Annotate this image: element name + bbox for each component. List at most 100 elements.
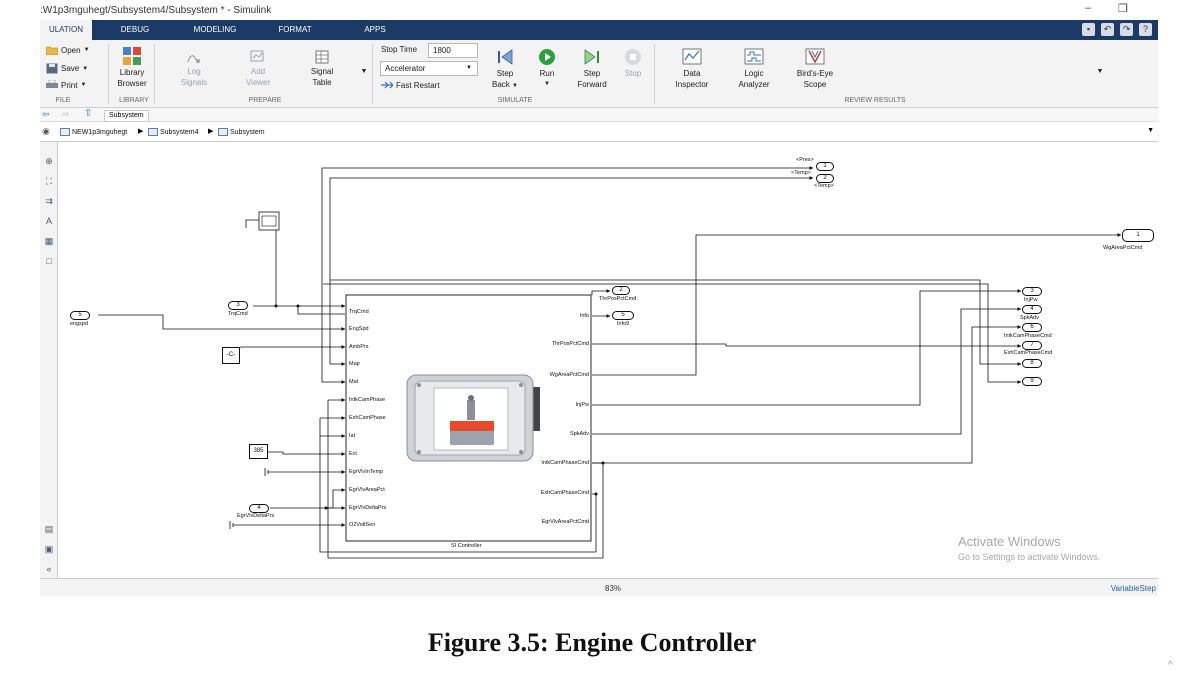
log-label-1: Log bbox=[187, 67, 201, 76]
signal-line[interactable] bbox=[592, 325, 1022, 464]
goto-temp[interactable]: <Temp> bbox=[791, 170, 811, 176]
figure-caption: Figure 3.5: Engine Controller bbox=[427, 628, 757, 657]
signal-line[interactable] bbox=[321, 288, 346, 384]
outport-9[interactable]: 9 bbox=[1022, 377, 1042, 386]
tab-subsystem[interactable]: Subsystem bbox=[104, 110, 149, 122]
hide-explorer-icon[interactable]: ◉ bbox=[42, 126, 50, 137]
review-gallery-expand-icon[interactable]: ▼ bbox=[1094, 66, 1106, 77]
add-viewer-button[interactable]: Add Viewer bbox=[236, 50, 280, 88]
step-back-label-2: Back bbox=[492, 80, 510, 89]
fast-restart-button[interactable]: Fast Restart bbox=[381, 81, 440, 90]
signal-line[interactable] bbox=[245, 219, 277, 306]
run-button[interactable]: Run ▼ bbox=[530, 48, 564, 90]
outport-thrpospctcmd[interactable]: 2 bbox=[612, 286, 630, 295]
image-icon[interactable]: ▦ bbox=[43, 236, 55, 246]
tab-format[interactable]: FORMAT bbox=[270, 20, 320, 40]
annotation-icon[interactable]: A bbox=[43, 216, 55, 226]
goto-pres[interactable]: <Pres> bbox=[796, 157, 814, 163]
signal-line[interactable] bbox=[319, 418, 346, 438]
restore-button[interactable]: ❐ bbox=[1118, 2, 1128, 15]
redo-icon[interactable]: ↷ bbox=[1120, 23, 1133, 36]
signal-line[interactable] bbox=[297, 306, 345, 315]
table-icon bbox=[315, 50, 329, 64]
help-icon[interactable]: ? bbox=[1139, 23, 1152, 36]
inport-egrvlvdeltaprs[interactable]: 4 bbox=[249, 504, 269, 513]
run-label: Run bbox=[539, 69, 555, 78]
data-inspector-button[interactable]: Data Inspector bbox=[668, 48, 716, 90]
tab-apps[interactable]: APPS bbox=[355, 20, 395, 40]
signal-table-button[interactable]: Signal Table bbox=[300, 50, 344, 88]
simulink-window: :W1p3mguhegt/Subsystem4/Subsystem * - Si… bbox=[0, 0, 1184, 674]
caret-up-icon[interactable]: ^ bbox=[1168, 660, 1173, 671]
signal-line[interactable] bbox=[98, 314, 346, 331]
breadcrumb-item-subsystem[interactable]: Subsystem bbox=[218, 128, 265, 136]
step-forward-button[interactable]: Step Forward bbox=[570, 48, 614, 90]
logic-analyzer-label-2: Analyzer bbox=[738, 80, 770, 89]
prepare-gallery-expand-icon[interactable]: ▼ bbox=[358, 66, 370, 77]
outport-spkadv[interactable]: 4 bbox=[1022, 305, 1042, 314]
tab-simulation[interactable]: ULATION bbox=[40, 20, 92, 40]
model-browser-icon[interactable]: ▤ bbox=[43, 524, 55, 534]
signal-line[interactable] bbox=[240, 345, 346, 349]
arrow-icon[interactable]: ⇉ bbox=[43, 196, 55, 206]
outport-info9[interactable]: 5 bbox=[612, 311, 634, 320]
signal-line[interactable] bbox=[270, 488, 346, 509]
chevron-right-icon: ▶ bbox=[208, 128, 214, 135]
signal-line[interactable] bbox=[329, 176, 814, 288]
simulate-group-label: SIMULATE bbox=[497, 97, 533, 104]
signal-line[interactable] bbox=[592, 307, 1022, 435]
outport-injpw[interactable]: 3 bbox=[1022, 287, 1042, 296]
outport-exhcamphasecmd[interactable]: 7 bbox=[1022, 341, 1042, 350]
inport-trqcmd[interactable]: 3 bbox=[228, 301, 248, 310]
library-browser-button[interactable]: Library Browser bbox=[112, 47, 152, 89]
inport-engspd[interactable]: 5 bbox=[70, 311, 90, 320]
breadcrumb-item-model[interactable]: NEW1p3mguhegt bbox=[60, 128, 127, 136]
forward-arrow-icon[interactable]: ⇨ bbox=[62, 109, 70, 120]
tab-modeling[interactable]: MODELING bbox=[185, 20, 245, 40]
save-button[interactable]: Save ▼ bbox=[46, 63, 88, 74]
signal-line[interactable] bbox=[321, 166, 814, 288]
tab-debug[interactable]: DEBUG bbox=[110, 20, 160, 40]
outport-wgareapctcmd[interactable]: 1 bbox=[1122, 229, 1154, 242]
constant-block-c[interactable]: -C- bbox=[222, 347, 240, 364]
constant-block-385[interactable]: 385 bbox=[249, 444, 268, 459]
open-button[interactable]: Open ▼ bbox=[46, 45, 90, 55]
birds-eye-scope-button[interactable]: Bird's-Eye Scope bbox=[790, 48, 840, 90]
top-outport-1[interactable]: 1 bbox=[816, 162, 834, 171]
step-back-button[interactable]: Step Back ▼ bbox=[486, 48, 524, 92]
undo-icon[interactable]: ↶ bbox=[1101, 23, 1114, 36]
save-quick-icon[interactable]: ▪ bbox=[1082, 23, 1095, 36]
back-arrow-icon[interactable]: ⇦ bbox=[42, 109, 50, 120]
model-canvas[interactable]: <Pres> <Temp> <Temp> 1 2 5 engspd 3 TrqC… bbox=[58, 142, 1158, 578]
print-button[interactable]: Print ▼ bbox=[46, 80, 86, 90]
minimize-button[interactable]: – bbox=[1085, 2, 1091, 14]
stop-time-input[interactable]: 1800 bbox=[428, 43, 478, 58]
up-arrow-icon[interactable]: ⇧ bbox=[84, 108, 92, 119]
chevron-down-icon[interactable]: ▼ bbox=[1147, 127, 1154, 134]
collapse-icon[interactable]: « bbox=[43, 564, 55, 574]
model-icon bbox=[60, 128, 70, 136]
outport-8[interactable]: 8 bbox=[1022, 359, 1042, 368]
signal-line[interactable] bbox=[268, 451, 346, 456]
signal-label-1: Signal bbox=[310, 67, 334, 76]
solver-link[interactable]: VariableStep bbox=[1111, 584, 1156, 593]
zoom-icon[interactable]: ⊕ bbox=[43, 156, 55, 166]
stop-button[interactable]: Stop bbox=[618, 48, 648, 79]
port-thrpospctcmd: ThrPosPctCmd bbox=[551, 341, 589, 347]
chevron-down-icon: ▼ bbox=[466, 65, 472, 71]
zoom-level: 83% bbox=[605, 584, 622, 593]
log-signals-button[interactable]: Log Signals bbox=[172, 50, 216, 88]
breadcrumb-item-subsystem4[interactable]: Subsystem4 bbox=[148, 128, 199, 136]
signal-line[interactable] bbox=[592, 343, 1022, 348]
area-icon[interactable]: □ bbox=[43, 256, 55, 266]
simulation-mode-select[interactable]: Accelerator ▼ bbox=[380, 61, 478, 76]
scope-block[interactable] bbox=[258, 211, 280, 231]
logic-analyzer-button[interactable]: Logic Analyzer bbox=[730, 48, 778, 90]
signal-line[interactable] bbox=[591, 289, 611, 295]
fit-view-icon[interactable]: ⛶ bbox=[43, 176, 55, 186]
top-outport-2[interactable]: 2 bbox=[816, 174, 834, 183]
outport-intkcamphasecmd[interactable]: 6 bbox=[1022, 323, 1042, 332]
signal-label-2: Table bbox=[312, 78, 332, 87]
signal-line[interactable] bbox=[592, 289, 1022, 406]
property-inspector-icon[interactable]: ▣ bbox=[43, 544, 55, 554]
